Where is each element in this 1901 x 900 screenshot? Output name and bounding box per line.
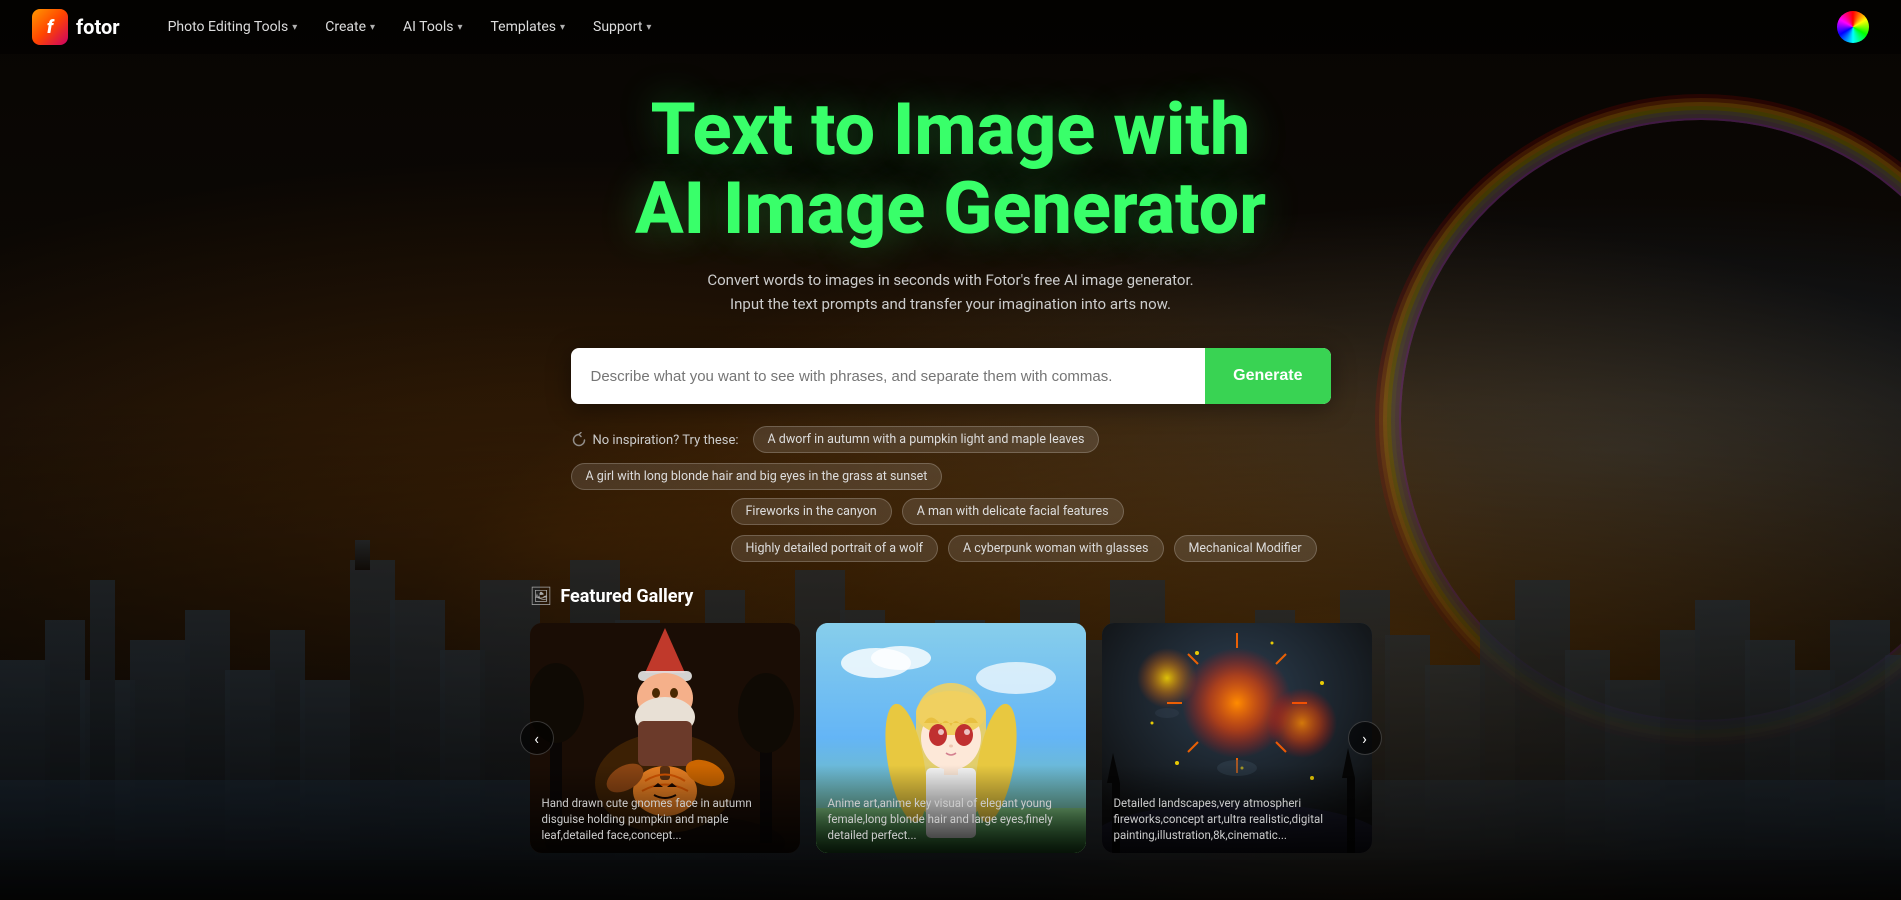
generate-button[interactable]: Generate <box>1205 348 1330 404</box>
chevron-down-icon: ▾ <box>457 22 462 33</box>
hero-content: Text to Image with AI Image Generator Co… <box>498 0 1404 853</box>
inspiration-row-2: Fireworks in the canyon A man with delic… <box>571 498 1331 562</box>
chevron-down-icon: ▾ <box>292 22 297 33</box>
nav-item-create[interactable]: Create ▾ <box>313 13 387 41</box>
gallery-card-3[interactable]: Detailed landscapes,very atmospheri fire… <box>1102 623 1372 853</box>
chip-4[interactable]: A man with delicate facial features <box>902 498 1124 525</box>
hero-title: Text to Image with AI Image Generator <box>635 90 1266 248</box>
inspiration-row-1: No inspiration? Try these: A dworf in au… <box>571 426 1331 490</box>
chevron-down-icon: ▾ <box>370 22 375 33</box>
nav-item-photo-editing[interactable]: Photo Editing Tools ▾ <box>156 13 310 41</box>
chip-3[interactable]: Fireworks in the canyon <box>731 498 892 525</box>
nav-right <box>1837 11 1869 43</box>
card-1-caption: Hand drawn cute gnomes face in autumn di… <box>530 765 800 853</box>
featured-header: 🖼 Featured Gallery <box>530 586 1372 607</box>
gallery-card-2[interactable]: Anime art,anime key visual of elegant yo… <box>816 623 1086 853</box>
inspiration-label: No inspiration? Try these: <box>571 432 739 448</box>
chip-5[interactable]: Highly detailed portrait of a wolf <box>731 535 939 562</box>
nav-item-support[interactable]: Support ▾ <box>581 13 663 41</box>
gallery-wrapper: ‹ <box>530 623 1372 853</box>
search-input[interactable] <box>571 348 1206 404</box>
chevron-down-icon: ▾ <box>646 22 651 33</box>
fotor-icon: f <box>32 9 68 45</box>
nav-item-templates[interactable]: Templates ▾ <box>478 13 577 41</box>
gallery-prev-button[interactable]: ‹ <box>520 721 554 755</box>
nav-item-ai-tools[interactable]: AI Tools ▾ <box>391 13 474 41</box>
card-3-caption: Detailed landscapes,very atmospheri fire… <box>1102 765 1372 853</box>
avatar[interactable] <box>1837 11 1869 43</box>
featured-section: 🖼 Featured Gallery ‹ <box>498 586 1404 853</box>
chip-1[interactable]: A dworf in autumn with a pumpkin light a… <box>753 426 1100 453</box>
chip-7[interactable]: Mechanical Modifier <box>1174 535 1317 562</box>
hero-subtitle: Convert words to images in seconds with … <box>691 268 1211 316</box>
gallery-icon: 🖼 <box>530 586 553 607</box>
gallery-next-button[interactable]: › <box>1348 721 1382 755</box>
featured-title: Featured Gallery <box>560 586 693 607</box>
logo[interactable]: f fotor <box>32 9 120 45</box>
gallery-card-1[interactable]: Hand drawn cute gnomes face in autumn di… <box>530 623 800 853</box>
chevron-down-icon: ▾ <box>560 22 565 33</box>
logo-text: fotor <box>76 15 120 39</box>
chip-6[interactable]: A cyberpunk woman with glasses <box>948 535 1163 562</box>
nav-menu: Photo Editing Tools ▾ Create ▾ AI Tools … <box>156 13 1837 41</box>
hero-section: Text to Image with AI Image Generator Co… <box>0 0 1901 900</box>
chip-2[interactable]: A girl with long blonde hair and big eye… <box>571 463 943 490</box>
navbar: f fotor Photo Editing Tools ▾ Create ▾ A… <box>0 0 1901 54</box>
search-bar: Generate <box>571 348 1331 404</box>
refresh-icon <box>571 432 587 448</box>
card-2-caption: Anime art,anime key visual of elegant yo… <box>816 765 1086 853</box>
